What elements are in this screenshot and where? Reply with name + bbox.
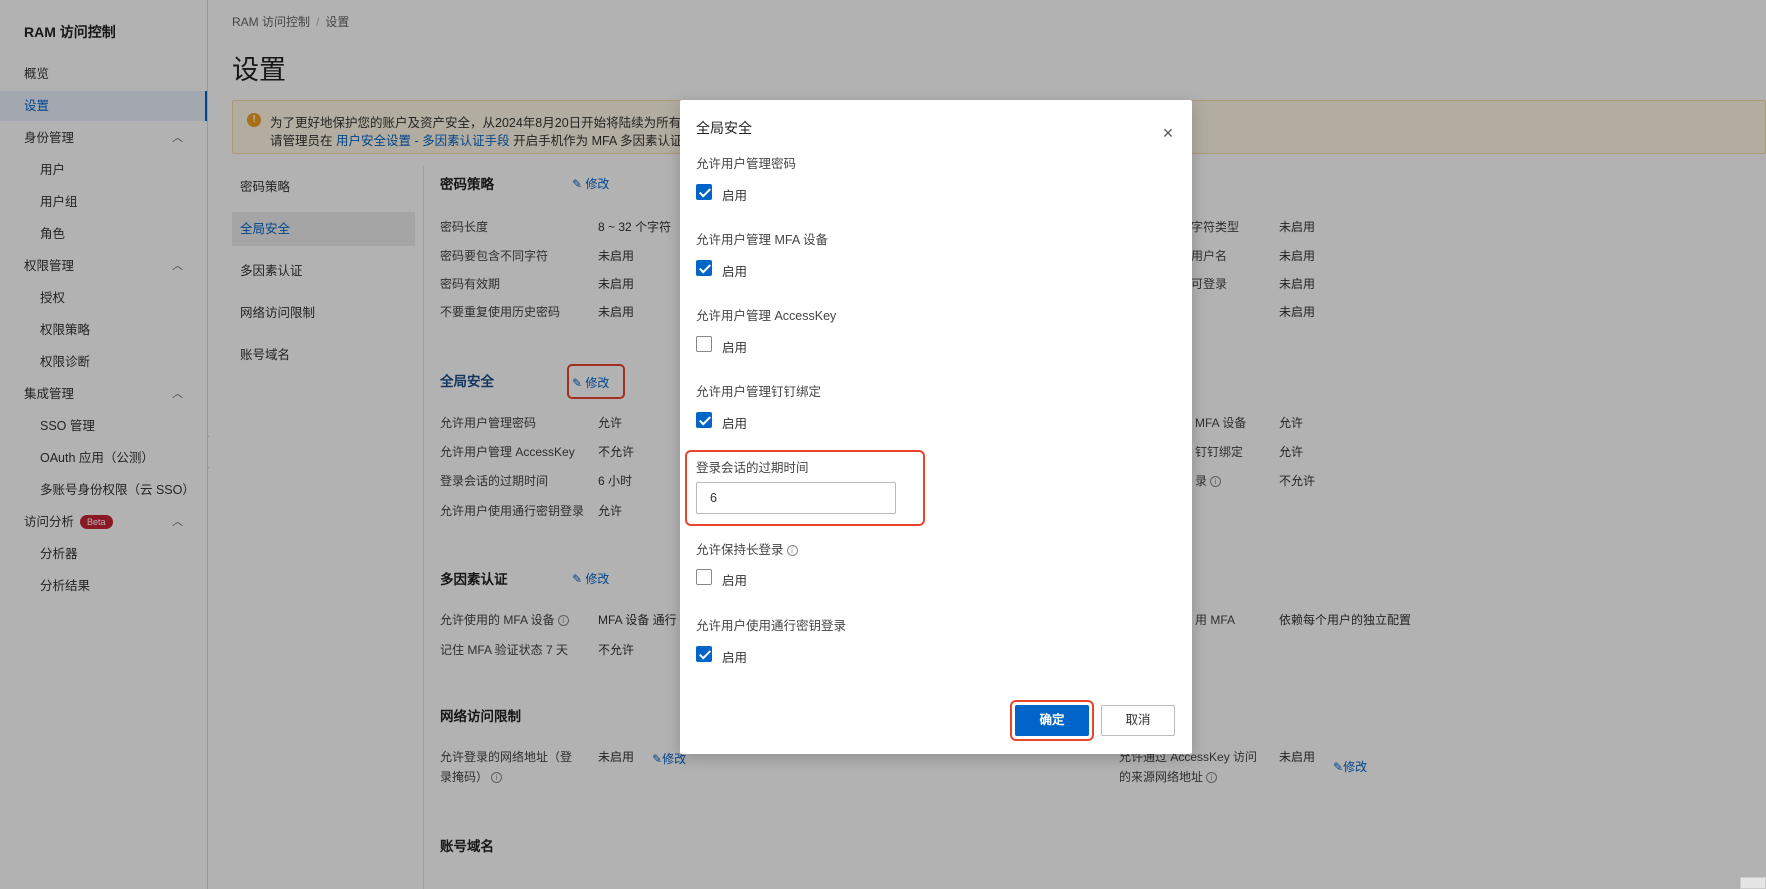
field-label: 允许用户管理 AccessKey (696, 309, 837, 323)
checkbox-checked-icon[interactable] (696, 260, 712, 276)
checkbox-checked-icon[interactable] (696, 646, 712, 662)
session-expiry-input[interactable]: 6 (696, 482, 896, 514)
checkbox-checked-icon[interactable] (696, 184, 712, 200)
checkbox-label: 启用 (722, 574, 748, 588)
confirm-button[interactable]: 确定 (1015, 705, 1089, 736)
checkbox-checked-icon[interactable] (696, 412, 712, 428)
checkbox-unchecked-icon[interactable] (696, 336, 712, 352)
field-label: 允许用户使用通行密钥登录 (696, 619, 847, 633)
field-label: 允许用户管理密码 (696, 157, 797, 171)
checkbox-label: 启用 (722, 417, 748, 431)
scrollbar-corner[interactable] (1740, 877, 1766, 889)
close-icon[interactable]: × (1160, 124, 1176, 142)
global-security-dialog: 全局安全 × 允许用户管理密码 启用 允许用户管理 MFA 设备 启用 允许用户… (680, 100, 1192, 754)
session-expiry-label: 登录会话的过期时间 (696, 461, 809, 475)
checkbox-label: 启用 (722, 651, 748, 665)
checkbox-label: 启用 (722, 189, 748, 203)
field-label-text: 允许保持长登录 (696, 543, 784, 557)
field-label: 允许用户管理 MFA 设备 (696, 233, 828, 247)
field-label: 允许保持长登录 i (696, 539, 798, 558)
info-icon[interactable]: i (786, 545, 798, 557)
field-label: 允许用户管理钉钉绑定 (696, 385, 822, 399)
checkbox-label: 启用 (722, 341, 748, 355)
dialog-title: 全局安全 (696, 120, 752, 136)
checkbox-label: 启用 (722, 265, 748, 279)
cancel-button[interactable]: 取消 (1101, 705, 1175, 736)
checkbox-unchecked-icon[interactable] (696, 569, 712, 585)
